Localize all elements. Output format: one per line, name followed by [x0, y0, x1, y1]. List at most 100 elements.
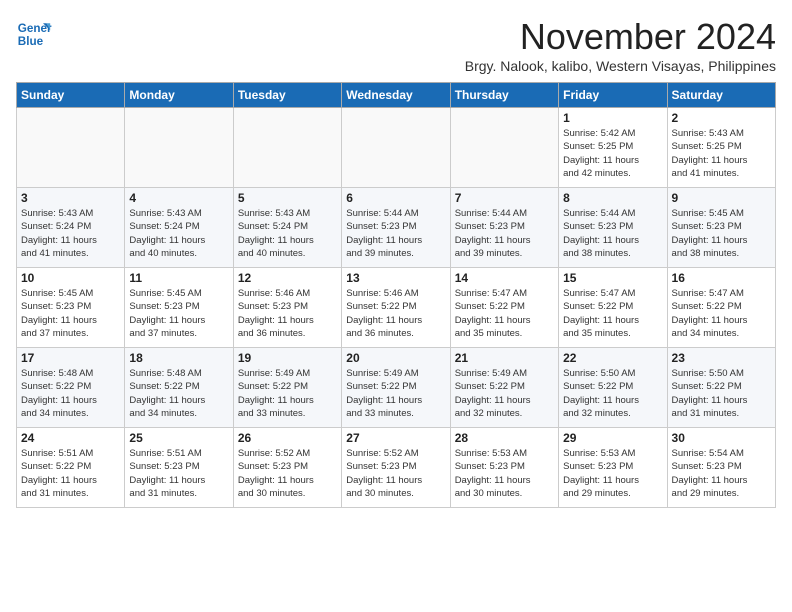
calendar-week-row: 24 Sunrise: 5:51 AM Sunset: 5:22 PM Dayli…	[17, 428, 776, 508]
day-number: 17	[21, 351, 120, 365]
weekday-header: Wednesday	[342, 83, 450, 108]
day-info: Sunrise: 5:46 AM Sunset: 5:22 PM Dayligh…	[346, 287, 445, 340]
day-info: Sunrise: 5:47 AM Sunset: 5:22 PM Dayligh…	[563, 287, 662, 340]
day-number: 15	[563, 271, 662, 285]
day-number: 5	[238, 191, 337, 205]
calendar-table: SundayMondayTuesdayWednesdayThursdayFrid…	[16, 82, 776, 508]
day-number: 29	[563, 431, 662, 445]
logo-icon: General Blue	[16, 16, 52, 52]
day-info: Sunrise: 5:43 AM Sunset: 5:24 PM Dayligh…	[21, 207, 120, 260]
calendar-cell: 16 Sunrise: 5:47 AM Sunset: 5:22 PM Dayli…	[667, 268, 775, 348]
calendar-cell: 24 Sunrise: 5:51 AM Sunset: 5:22 PM Dayli…	[17, 428, 125, 508]
calendar-cell: 6 Sunrise: 5:44 AM Sunset: 5:23 PM Daylig…	[342, 188, 450, 268]
day-info: Sunrise: 5:51 AM Sunset: 5:23 PM Dayligh…	[129, 447, 228, 500]
calendar-cell: 19 Sunrise: 5:49 AM Sunset: 5:22 PM Dayli…	[233, 348, 341, 428]
day-info: Sunrise: 5:44 AM Sunset: 5:23 PM Dayligh…	[563, 207, 662, 260]
day-number: 18	[129, 351, 228, 365]
calendar-cell: 2Sunrise: 5:43 AM Sunset: 5:25 PM Daylig…	[667, 108, 775, 188]
day-info: Sunrise: 5:42 AM Sunset: 5:25 PM Dayligh…	[563, 127, 662, 180]
day-number: 20	[346, 351, 445, 365]
day-number: 19	[238, 351, 337, 365]
calendar-cell: 25 Sunrise: 5:51 AM Sunset: 5:23 PM Dayli…	[125, 428, 233, 508]
calendar-week-row: 3 Sunrise: 5:43 AM Sunset: 5:24 PM Daylig…	[17, 188, 776, 268]
day-number: 23	[672, 351, 771, 365]
day-info: Sunrise: 5:53 AM Sunset: 5:23 PM Dayligh…	[563, 447, 662, 500]
month-title: November 2024	[465, 16, 776, 58]
day-info: Sunrise: 5:53 AM Sunset: 5:23 PM Dayligh…	[455, 447, 554, 500]
day-number: 21	[455, 351, 554, 365]
day-info: Sunrise: 5:50 AM Sunset: 5:22 PM Dayligh…	[672, 367, 771, 420]
day-info: Sunrise: 5:49 AM Sunset: 5:22 PM Dayligh…	[346, 367, 445, 420]
weekday-header: Tuesday	[233, 83, 341, 108]
day-number: 13	[346, 271, 445, 285]
calendar-cell: 12 Sunrise: 5:46 AM Sunset: 5:23 PM Dayli…	[233, 268, 341, 348]
day-info: Sunrise: 5:54 AM Sunset: 5:23 PM Dayligh…	[672, 447, 771, 500]
day-info: Sunrise: 5:45 AM Sunset: 5:23 PM Dayligh…	[21, 287, 120, 340]
day-info: Sunrise: 5:49 AM Sunset: 5:22 PM Dayligh…	[455, 367, 554, 420]
calendar-cell: 15 Sunrise: 5:47 AM Sunset: 5:22 PM Dayli…	[559, 268, 667, 348]
day-info: Sunrise: 5:52 AM Sunset: 5:23 PM Dayligh…	[238, 447, 337, 500]
day-number: 4	[129, 191, 228, 205]
calendar-cell: 11 Sunrise: 5:45 AM Sunset: 5:23 PM Dayli…	[125, 268, 233, 348]
day-number: 7	[455, 191, 554, 205]
calendar-cell: 23 Sunrise: 5:50 AM Sunset: 5:22 PM Dayli…	[667, 348, 775, 428]
calendar-cell: 18 Sunrise: 5:48 AM Sunset: 5:22 PM Dayli…	[125, 348, 233, 428]
calendar-cell	[125, 108, 233, 188]
weekday-header: Thursday	[450, 83, 558, 108]
calendar-cell: 13 Sunrise: 5:46 AM Sunset: 5:22 PM Dayli…	[342, 268, 450, 348]
day-number: 8	[563, 191, 662, 205]
calendar-cell	[342, 108, 450, 188]
calendar-cell: 14Sunrise: 5:47 AM Sunset: 5:22 PM Dayli…	[450, 268, 558, 348]
day-info: Sunrise: 5:46 AM Sunset: 5:23 PM Dayligh…	[238, 287, 337, 340]
calendar-cell: 7Sunrise: 5:44 AM Sunset: 5:23 PM Daylig…	[450, 188, 558, 268]
day-info: Sunrise: 5:52 AM Sunset: 5:23 PM Dayligh…	[346, 447, 445, 500]
day-info: Sunrise: 5:50 AM Sunset: 5:22 PM Dayligh…	[563, 367, 662, 420]
calendar-cell: 22 Sunrise: 5:50 AM Sunset: 5:22 PM Dayli…	[559, 348, 667, 428]
calendar-cell: 8 Sunrise: 5:44 AM Sunset: 5:23 PM Daylig…	[559, 188, 667, 268]
calendar-cell: 3 Sunrise: 5:43 AM Sunset: 5:24 PM Daylig…	[17, 188, 125, 268]
calendar-cell: 1Sunrise: 5:42 AM Sunset: 5:25 PM Daylig…	[559, 108, 667, 188]
calendar-cell: 30 Sunrise: 5:54 AM Sunset: 5:23 PM Dayli…	[667, 428, 775, 508]
calendar-week-row: 10Sunrise: 5:45 AM Sunset: 5:23 PM Dayli…	[17, 268, 776, 348]
weekday-header: Friday	[559, 83, 667, 108]
calendar-cell: 5 Sunrise: 5:43 AM Sunset: 5:24 PM Daylig…	[233, 188, 341, 268]
calendar-cell: 28 Sunrise: 5:53 AM Sunset: 5:23 PM Dayli…	[450, 428, 558, 508]
calendar-cell: 17 Sunrise: 5:48 AM Sunset: 5:22 PM Dayli…	[17, 348, 125, 428]
calendar-cell: 27Sunrise: 5:52 AM Sunset: 5:23 PM Dayli…	[342, 428, 450, 508]
calendar-cell	[233, 108, 341, 188]
day-number: 22	[563, 351, 662, 365]
day-number: 14	[455, 271, 554, 285]
day-info: Sunrise: 5:47 AM Sunset: 5:22 PM Dayligh…	[672, 287, 771, 340]
calendar-cell: 21 Sunrise: 5:49 AM Sunset: 5:22 PM Dayli…	[450, 348, 558, 428]
calendar-header-row: SundayMondayTuesdayWednesdayThursdayFrid…	[17, 83, 776, 108]
day-info: Sunrise: 5:48 AM Sunset: 5:22 PM Dayligh…	[21, 367, 120, 420]
calendar-week-row: 1Sunrise: 5:42 AM Sunset: 5:25 PM Daylig…	[17, 108, 776, 188]
day-number: 6	[346, 191, 445, 205]
day-info: Sunrise: 5:44 AM Sunset: 5:23 PM Dayligh…	[346, 207, 445, 260]
day-info: Sunrise: 5:51 AM Sunset: 5:22 PM Dayligh…	[21, 447, 120, 500]
day-number: 3	[21, 191, 120, 205]
day-number: 9	[672, 191, 771, 205]
day-number: 16	[672, 271, 771, 285]
day-number: 30	[672, 431, 771, 445]
day-number: 2	[672, 111, 771, 125]
calendar-cell: 10Sunrise: 5:45 AM Sunset: 5:23 PM Dayli…	[17, 268, 125, 348]
day-info: Sunrise: 5:48 AM Sunset: 5:22 PM Dayligh…	[129, 367, 228, 420]
day-number: 11	[129, 271, 228, 285]
calendar-cell: 29 Sunrise: 5:53 AM Sunset: 5:23 PM Dayli…	[559, 428, 667, 508]
day-info: Sunrise: 5:49 AM Sunset: 5:22 PM Dayligh…	[238, 367, 337, 420]
day-info: Sunrise: 5:43 AM Sunset: 5:24 PM Dayligh…	[238, 207, 337, 260]
day-number: 26	[238, 431, 337, 445]
day-number: 24	[21, 431, 120, 445]
day-info: Sunrise: 5:43 AM Sunset: 5:24 PM Dayligh…	[129, 207, 228, 260]
calendar-cell: 9Sunrise: 5:45 AM Sunset: 5:23 PM Daylig…	[667, 188, 775, 268]
calendar-week-row: 17 Sunrise: 5:48 AM Sunset: 5:22 PM Dayli…	[17, 348, 776, 428]
day-number: 28	[455, 431, 554, 445]
day-number: 25	[129, 431, 228, 445]
svg-text:Blue: Blue	[18, 35, 44, 48]
day-info: Sunrise: 5:45 AM Sunset: 5:23 PM Dayligh…	[129, 287, 228, 340]
calendar-cell: 26 Sunrise: 5:52 AM Sunset: 5:23 PM Dayli…	[233, 428, 341, 508]
calendar-cell: 4 Sunrise: 5:43 AM Sunset: 5:24 PM Daylig…	[125, 188, 233, 268]
title-block: November 2024 Brgy. Nalook, kalibo, West…	[465, 16, 776, 74]
day-number: 12	[238, 271, 337, 285]
